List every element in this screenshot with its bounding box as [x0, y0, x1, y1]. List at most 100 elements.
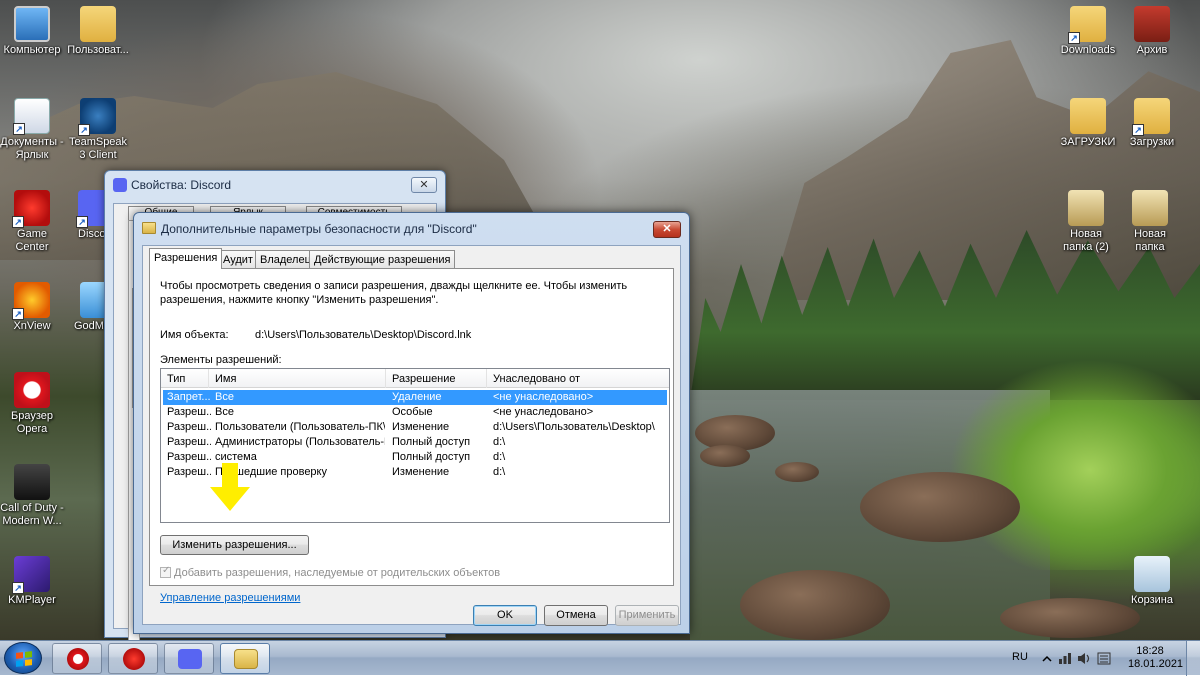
taskbar-explorer-button[interactable] — [220, 643, 270, 674]
desktop-icon-xnview[interactable]: ↗ XnView — [0, 282, 64, 333]
computer-icon — [14, 6, 50, 42]
documents-shortcut-icon: ↗ — [13, 98, 50, 135]
object-name-label: Имя объекта: — [160, 329, 229, 341]
desktop-icon-label: Браузер Opera — [11, 410, 53, 435]
column-header-name[interactable]: Имя — [209, 369, 386, 388]
desktop-icon-teamspeak[interactable]: ↗ TeamSpeak 3 Client — [66, 98, 130, 162]
permission-row[interactable]: Запрет... Все Удаление <не унаследовано> — [163, 390, 667, 405]
desktop-icon-discord[interactable]: ↗ Disco — [66, 190, 114, 241]
desktop-icon-zagruzki-shortcut[interactable]: ↗ Загрузки — [1120, 98, 1184, 149]
kmplayer-icon: ↗ — [12, 556, 50, 594]
apply-button[interactable]: Применить — [615, 605, 679, 626]
desktop-icon-documents-shortcut[interactable]: ↗ Документы - Ярлык — [0, 98, 64, 162]
folder-icon — [1068, 190, 1104, 226]
start-button[interactable] — [4, 642, 42, 674]
properties-titlebar[interactable]: Свойства: Discord ✕ — [105, 171, 445, 199]
row-inherited: d:\Users\Пользователь\Desktop\ — [493, 421, 655, 433]
properties-close-button[interactable]: ✕ — [411, 177, 437, 193]
column-header-inherited[interactable]: Унаследовано от — [487, 369, 669, 388]
downloads-folder-icon: ↗ — [1068, 6, 1106, 44]
column-header-type[interactable]: Тип — [161, 369, 209, 388]
chevron-up-icon[interactable] — [1040, 652, 1054, 665]
clock[interactable]: 18:28 18.01.2021 — [1128, 645, 1183, 671]
windows-logo-icon — [16, 651, 32, 667]
manage-permissions-link[interactable]: Управление разрешениями — [160, 592, 300, 604]
discord-icon — [113, 178, 127, 192]
game-center-icon: ↗ — [12, 190, 50, 228]
desktop-icon-label: Downloads — [1060, 44, 1116, 56]
discord-icon — [178, 649, 202, 669]
row-name: Пользователи (Пользователь-ПК\... — [215, 421, 385, 433]
permission-row[interactable]: Разреш... Все Особые <не унаследовано> — [163, 405, 667, 420]
inherit-permissions-option: Добавить разрешения, наследуемые от роди… — [160, 565, 500, 579]
action-center-flag-icon[interactable] — [1097, 652, 1111, 665]
taskbar: RU 18:28 18.01.2021 — [0, 640, 1200, 676]
row-permission: Изменение — [392, 466, 450, 478]
taskbar-opera-button[interactable] — [52, 643, 102, 674]
desktop-icon-godmode[interactable]: GodM — [66, 282, 116, 333]
desktop-icon-game-center[interactable]: ↗ Game Center — [0, 190, 64, 254]
row-inherited: d:\ — [493, 466, 506, 478]
ok-button[interactable]: OK — [473, 605, 537, 626]
desktop-icon-zagruzki-folder[interactable]: ЗАГРУЗКИ — [1056, 98, 1120, 149]
desktop-icon-kmplayer[interactable]: ↗ KMPlayer — [0, 556, 64, 607]
security-close-button[interactable]: ✕ — [653, 221, 681, 238]
desktop-icon-downloads[interactable]: ↗ Downloads — [1056, 6, 1120, 57]
archive-icon — [1134, 6, 1170, 42]
taskbar-game-center-button[interactable] — [108, 643, 158, 674]
folder-icon — [142, 222, 156, 234]
tab-owner[interactable]: Владелец — [255, 250, 316, 268]
shortcut-arrow-icon: ↗ — [12, 582, 24, 594]
wallpaper-rock — [860, 472, 1020, 542]
language-indicator[interactable]: RU — [1012, 651, 1028, 663]
volume-icon[interactable] — [1077, 652, 1091, 665]
tab-effective-permissions[interactable]: Действующие разрешения — [309, 250, 456, 268]
tab-audit[interactable]: Аудит — [218, 250, 258, 268]
desktop-icon-label: XnView — [13, 320, 51, 332]
permission-row[interactable]: Разреш... Пользователи (Пользователь-ПК\… — [163, 420, 667, 435]
row-permission: Полный доступ — [392, 436, 471, 448]
downloads-shortcut-icon: ↗ — [1132, 98, 1170, 136]
desktop-icon-label: Game Center — [15, 228, 49, 253]
wallpaper-rock — [775, 462, 819, 482]
shortcut-arrow-icon: ↗ — [76, 216, 88, 228]
column-header-permission[interactable]: Разрешение — [386, 369, 487, 388]
user-folder-icon — [80, 6, 116, 42]
list-header: Тип Имя Разрешение Унаследовано от — [161, 369, 669, 388]
permissions-instructions: Чтобы просмотреть сведения о записи разр… — [160, 280, 628, 306]
wallpaper-rock — [1000, 598, 1140, 638]
tab-permissions[interactable]: Разрешения — [149, 248, 223, 269]
desktop-icon-label: Новая папка (2) — [1063, 228, 1109, 253]
taskbar-discord-button[interactable] — [164, 643, 214, 674]
desktop-icon-label: Архив — [1136, 44, 1168, 56]
desktop-icon-opera[interactable]: Браузер Opera — [0, 372, 64, 436]
permission-entries-label: Элементы разрешений: — [160, 354, 282, 366]
row-type: Разреш... — [167, 421, 211, 433]
desktop-icon-call-of-duty[interactable]: Call of Duty - Modern W... — [0, 464, 64, 528]
wallpaper-rock — [740, 570, 890, 640]
row-type: Разреш... — [167, 436, 211, 448]
desktop-icon-user-folder[interactable]: Пользоват... — [66, 6, 130, 57]
call-of-duty-icon — [14, 464, 50, 500]
desktop-icon-new-folder-2[interactable]: Новая папка (2) — [1054, 190, 1118, 254]
desktop-icon-label: KMPlayer — [8, 594, 56, 606]
recycle-bin-icon — [1134, 556, 1170, 592]
desktop-icon-archive[interactable]: Архив — [1120, 6, 1184, 57]
advanced-security-window[interactable]: Дополнительные параметры безопасности дл… — [133, 212, 690, 634]
network-icon[interactable] — [1058, 652, 1072, 665]
shortcut-arrow-icon: ↗ — [78, 124, 90, 136]
desktop-icon-new-folder[interactable]: Новая папка — [1118, 190, 1182, 254]
security-titlebar[interactable]: Дополнительные параметры безопасности дл… — [134, 213, 689, 243]
change-permissions-button[interactable]: Изменить разрешения... — [160, 535, 309, 555]
inherit-permissions-checkbox[interactable] — [160, 565, 171, 578]
cancel-button[interactable]: Отмена — [544, 605, 608, 626]
row-permission: Полный доступ — [392, 451, 471, 463]
desktop-icon-computer[interactable]: Компьютер — [0, 6, 64, 57]
desktop-icon-recycle-bin[interactable]: Корзина — [1120, 556, 1184, 607]
teamspeak-icon: ↗ — [78, 98, 116, 136]
row-name: Все — [215, 406, 234, 418]
permission-row[interactable]: Разреш... Администраторы (Пользователь-П… — [163, 435, 667, 450]
show-desktop-button[interactable] — [1186, 641, 1200, 676]
desktop-icon-label: Новая папка — [1134, 228, 1166, 253]
row-name: Все — [215, 391, 234, 403]
